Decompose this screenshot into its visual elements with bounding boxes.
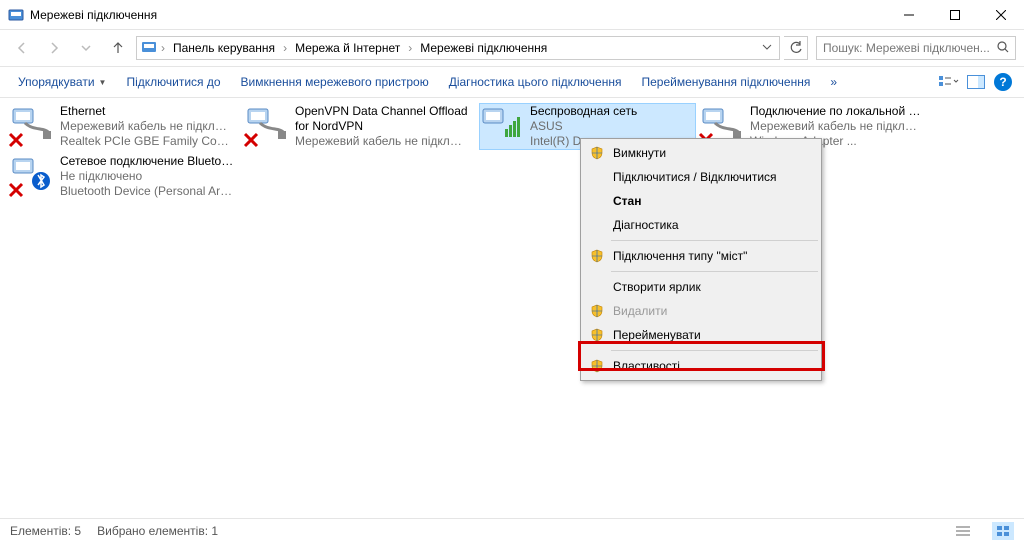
connection-name: OpenVPN Data Channel Offload for NordVPN xyxy=(295,104,470,134)
menu-properties[interactable]: Властивості xyxy=(583,354,819,378)
minimize-button[interactable] xyxy=(886,0,932,30)
wifi-icon xyxy=(481,105,521,146)
organize-menu[interactable]: Упорядкувати▼ xyxy=(8,71,116,93)
connection-item[interactable]: Сетевое подключение Bluetooth Не підключ… xyxy=(10,154,235,199)
shield-icon xyxy=(589,145,605,161)
connect-to-button[interactable]: Підключитися до xyxy=(116,71,230,93)
nav-forward-button[interactable] xyxy=(40,34,68,62)
nav-recent-button[interactable] xyxy=(72,34,100,62)
rename-button[interactable]: Перейменування підключення xyxy=(631,71,820,93)
disconnected-x-icon xyxy=(8,182,24,198)
connections-area: Ethernet Мережевий кабель не підключ... … xyxy=(0,98,1024,518)
connection-status: Мережевий кабель не підключ... xyxy=(295,134,470,149)
shield-icon xyxy=(589,358,605,374)
connection-name: Ethernet xyxy=(60,104,235,119)
window-title: Мережеві підключення xyxy=(30,8,886,22)
refresh-button[interactable] xyxy=(784,36,808,60)
connection-name: Беспроводная сеть xyxy=(530,104,637,119)
disable-device-button[interactable]: Вимкнення мережевого пристрою xyxy=(231,71,439,93)
chevron-right-icon: › xyxy=(159,41,167,55)
connection-status: ASUS xyxy=(530,119,637,134)
connection-device: Bluetooth Device (Personal Area ... xyxy=(60,184,235,199)
breadcrumb-root-icon xyxy=(141,39,157,58)
status-bar: Елементів: 5 Вибрано елементів: 1 xyxy=(0,518,1024,542)
menu-separator xyxy=(611,240,818,241)
details-view-button[interactable] xyxy=(952,522,974,540)
connection-name: Сетевое подключение Bluetooth xyxy=(60,154,235,169)
window-icon xyxy=(8,7,24,23)
context-menu: Вимкнути Підключитися / Відключитися Ста… xyxy=(580,138,822,381)
view-options-button[interactable] xyxy=(934,70,962,94)
search-placeholder: Пошук: Мережеві підключен... xyxy=(823,41,993,55)
diagnose-button[interactable]: Діагностика цього підключення xyxy=(439,71,632,93)
search-input[interactable]: Пошук: Мережеві підключен... xyxy=(816,36,1016,60)
breadcrumb-segment[interactable]: Мережеві підключення xyxy=(416,39,551,57)
menu-rename[interactable]: Перейменувати xyxy=(583,323,819,347)
chevron-right-icon: › xyxy=(281,41,289,55)
connection-name: Подключение по локальной сети xyxy=(750,104,925,119)
connection-status: Мережевий кабель не підключ... xyxy=(750,119,925,134)
status-selected-count: Вибрано елементів: 1 xyxy=(97,524,218,538)
menu-bridge[interactable]: Підключення типу "міст" xyxy=(583,244,819,268)
icons-view-button[interactable] xyxy=(992,522,1014,540)
menu-connect-disconnect[interactable]: Підключитися / Відключитися xyxy=(583,165,819,189)
nav-back-button[interactable] xyxy=(8,34,36,62)
breadcrumb-dropdown[interactable] xyxy=(759,41,775,55)
search-icon xyxy=(997,41,1009,56)
menu-create-shortcut[interactable]: Створити ярлик xyxy=(583,275,819,299)
breadcrumb-segment[interactable]: Панель керування xyxy=(169,39,279,57)
menu-delete[interactable]: Видалити xyxy=(583,299,819,323)
status-item-count: Елементів: 5 xyxy=(10,524,81,538)
connection-status: Мережевий кабель не підключ... xyxy=(60,119,235,134)
nav-up-button[interactable] xyxy=(104,34,132,62)
connection-item[interactable]: Ethernet Мережевий кабель не підключ... … xyxy=(10,104,235,149)
disconnected-x-icon xyxy=(8,132,24,148)
menu-disable[interactable]: Вимкнути xyxy=(583,141,819,165)
maximize-button[interactable] xyxy=(932,0,978,30)
menu-separator xyxy=(611,271,818,272)
disconnected-x-icon xyxy=(243,132,259,148)
breadcrumb[interactable]: › Панель керування › Мережа й Інтернет ›… xyxy=(136,36,780,60)
overflow-button[interactable]: » xyxy=(820,71,847,93)
shield-icon xyxy=(589,248,605,264)
menu-separator xyxy=(611,350,818,351)
breadcrumb-segment[interactable]: Мережа й Інтернет xyxy=(291,39,404,57)
menu-diagnose[interactable]: Діагностика xyxy=(583,213,819,237)
connection-device: Realtek PCIe GBE Family Controller xyxy=(60,134,235,149)
close-button[interactable] xyxy=(978,0,1024,30)
shield-icon xyxy=(589,327,605,343)
menu-status[interactable]: Стан xyxy=(583,189,819,213)
connection-item[interactable]: OpenVPN Data Channel Offload for NordVPN… xyxy=(245,104,470,149)
chevron-down-icon: ▼ xyxy=(99,78,107,87)
help-button[interactable]: ? xyxy=(994,73,1012,91)
shield-icon xyxy=(589,303,605,319)
chevron-right-icon: › xyxy=(406,41,414,55)
preview-pane-button[interactable] xyxy=(962,70,990,94)
connection-status: Не підключено xyxy=(60,169,235,184)
